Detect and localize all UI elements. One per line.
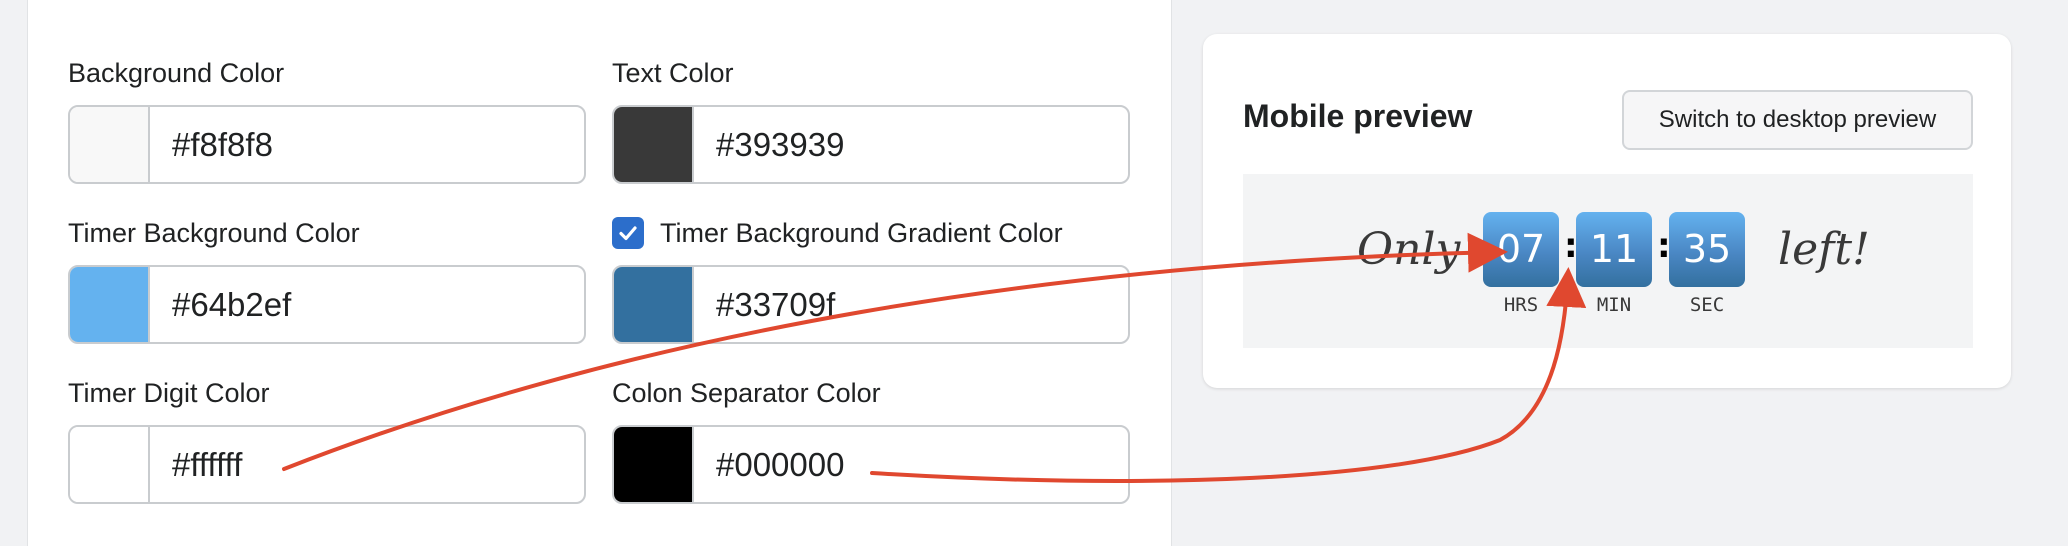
countdown-preview: Only 07 : 11 : 35 HRS MIN SEC left! bbox=[1243, 174, 1973, 348]
preview-title: Mobile preview bbox=[1243, 98, 1473, 134]
seconds-unit-label: SEC bbox=[1689, 294, 1725, 316]
background-color-value[interactable]: #f8f8f8 bbox=[150, 107, 584, 182]
text-color-value[interactable]: #393939 bbox=[694, 107, 1128, 182]
timer-digit-color-swatch[interactable] bbox=[70, 427, 150, 502]
countdown-prefix-text: Only bbox=[1357, 224, 1461, 275]
hours-digit-box: 07 bbox=[1483, 212, 1559, 287]
timer-background-color-value[interactable]: #64b2ef bbox=[150, 267, 584, 342]
timer-digit-color-label: Timer Digit Color bbox=[68, 378, 270, 408]
timer-background-color-input[interactable]: #64b2ef bbox=[68, 265, 586, 344]
checkmark-icon bbox=[619, 226, 637, 241]
timer-background-color-swatch[interactable] bbox=[70, 267, 150, 342]
timer-gradient-color-value[interactable]: #33709f bbox=[694, 267, 1128, 342]
preview-card: Mobile preview Switch to desktop preview… bbox=[1203, 34, 2011, 388]
timer-gradient-color-swatch[interactable] bbox=[614, 267, 694, 342]
seconds-digit-box: 35 bbox=[1669, 212, 1745, 287]
minutes-digit-box: 11 bbox=[1576, 212, 1652, 287]
background-color-label: Background Color bbox=[68, 58, 285, 88]
gradient-checkbox[interactable] bbox=[612, 217, 644, 249]
text-color-swatch[interactable] bbox=[614, 107, 694, 182]
colon-separator-color-value[interactable]: #000000 bbox=[694, 427, 1128, 502]
settings-panel: Background Color #f8f8f8 Text Color #393… bbox=[27, 0, 1172, 546]
timer-gradient-color-label[interactable]: Timer Background Gradient Color bbox=[660, 215, 1063, 251]
hours-unit-label: HRS bbox=[1503, 294, 1539, 316]
text-color-input[interactable]: #393939 bbox=[612, 105, 1130, 184]
timer-digit-color-input[interactable]: #ffffff bbox=[68, 425, 586, 504]
background-color-input[interactable]: #f8f8f8 bbox=[68, 105, 586, 184]
minutes-unit-label: MIN bbox=[1596, 294, 1632, 316]
switch-to-desktop-preview-button[interactable]: Switch to desktop preview bbox=[1622, 90, 1973, 150]
background-color-swatch[interactable] bbox=[70, 107, 150, 182]
timer-gradient-color-input[interactable]: #33709f bbox=[612, 265, 1130, 344]
countdown-suffix-text: left! bbox=[1778, 224, 1870, 275]
colon-separator-color-input[interactable]: #000000 bbox=[612, 425, 1130, 504]
text-color-label: Text Color bbox=[612, 58, 734, 88]
timer-background-color-label: Timer Background Color bbox=[68, 218, 360, 248]
colon-separator-color-swatch[interactable] bbox=[614, 427, 694, 502]
colon-separator-color-label: Colon Separator Color bbox=[612, 378, 881, 408]
timer-digit-color-value[interactable]: #ffffff bbox=[150, 427, 584, 502]
